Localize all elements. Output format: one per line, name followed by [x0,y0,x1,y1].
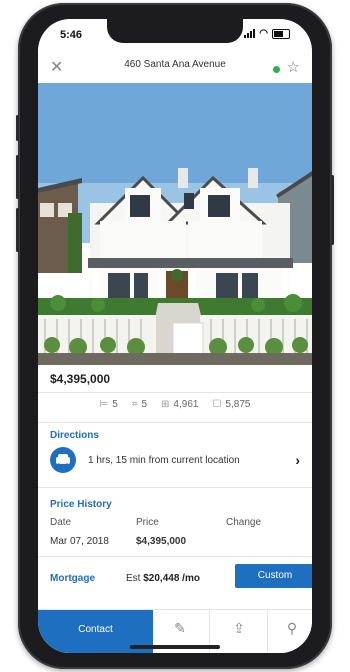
tab-divider [267,610,268,653]
area-icon: ⊞ [161,399,170,410]
star-icon[interactable]: ☆ [287,58,300,76]
house-photo [38,83,312,365]
chevron-right-icon[interactable]: › [295,452,300,468]
stat-lot-value: 5,875 [225,399,251,410]
home-indicator [130,645,220,649]
bed-icon: ⊨ [99,399,109,410]
price-history-price: $4,395,000 [136,536,187,547]
price-history-header-date: Date [50,517,72,528]
signal-icon [244,29,256,38]
stat-lot: ☐ 5,875 [212,399,250,410]
battery-icon [272,28,290,39]
app-screen: 5:46 ◠ ✕ 460 Santa Ana Avenue ☆ $4,395,0… [38,19,312,653]
directions-row[interactable]: 1 hrs, 15 min from current location › [50,447,300,475]
divider [38,422,312,423]
phone-side-button [16,155,19,199]
stat-beds-value: 5 [112,399,118,410]
price-history-header-price: Price [136,517,159,528]
page-title: 460 Santa Ana Avenue [124,59,226,70]
bath-icon: ⌗ [131,399,138,410]
price-history-title: Price History [50,499,112,510]
stat-baths-value: 5 [141,399,148,410]
pencil-icon[interactable]: ✎ [170,620,190,640]
nav-bar: ✕ 460 Santa Ana Avenue ☆ [38,53,312,83]
location-pin-icon[interactable]: ⚲ [282,620,302,640]
divider [38,556,312,557]
divider [38,487,312,488]
notch [107,19,243,43]
price-history-date: Mar 07, 2018 [50,536,109,547]
directions-title: Directions [50,430,99,441]
wifi-icon: ◠ [259,28,268,39]
share-icon[interactable]: ⇪ [229,620,249,640]
car-icon [50,447,76,473]
directions-text: 1 hrs, 15 min from current location [88,455,240,466]
divider [38,392,312,393]
stat-area: ⊞ 4,961 [161,399,198,410]
status-indicator [273,66,280,73]
stat-area-value: 4,961 [173,399,199,410]
mortgage-estimate: Est $20,448 /mo [126,573,200,584]
phone-side-button [16,208,19,252]
stat-baths: ⌗ 5 [132,399,147,410]
phone-side-button [16,115,19,141]
stat-beds: ⊨ 5 [100,399,118,410]
phone-side-button [331,175,334,245]
listing-stats: ⊨ 5 ⌗ 5 ⊞ 4,961 ☐ 5,875 [38,399,312,410]
status-icons: ◠ [244,28,290,39]
custom-mortgage-button[interactable]: Custom [235,564,312,588]
lot-icon: ☐ [212,399,222,410]
listing-price: $4,395,000 [50,372,111,386]
status-time: 5:46 [60,29,83,41]
mortgage-amount: $20,448 /mo [143,573,200,584]
mortgage-est-prefix: Est [126,573,141,584]
listing-photo[interactable] [38,83,312,365]
price-history-header-change: Change [226,517,262,528]
mortgage-label: Mortgage [50,573,95,584]
